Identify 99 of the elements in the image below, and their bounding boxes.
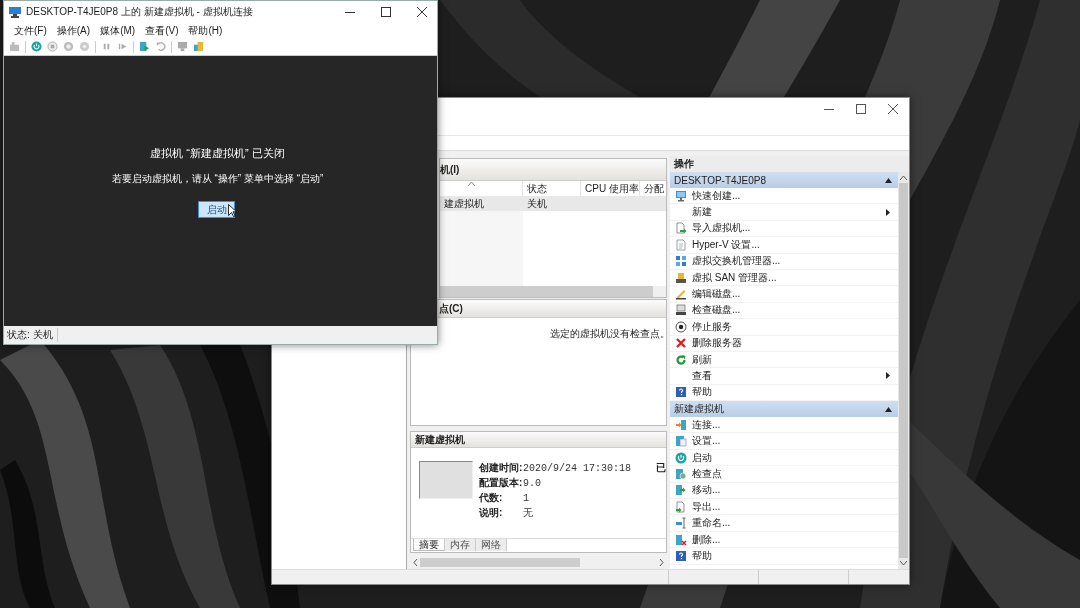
- scroll-down-icon[interactable]: [900, 561, 907, 566]
- save-icon[interactable]: [79, 41, 90, 52]
- field-label: 代数:: [479, 491, 504, 505]
- action-item[interactable]: Hyper-V 设置...: [670, 237, 898, 254]
- monitor-icon: [675, 189, 687, 202]
- action-item[interactable]: 快速创建...: [670, 188, 898, 205]
- settings-icon: [675, 435, 687, 448]
- action-item[interactable]: 检查点: [670, 466, 898, 483]
- disk-icon: [675, 304, 687, 317]
- maximize-icon: [856, 104, 866, 114]
- action-item[interactable]: 删除...: [670, 531, 898, 549]
- undo-icon[interactable]: [155, 41, 166, 52]
- scrollbar[interactable]: [410, 556, 667, 569]
- share-icon[interactable]: [193, 41, 204, 52]
- action-item[interactable]: 帮助: [670, 548, 898, 565]
- refresh-icon: [675, 353, 687, 366]
- tab[interactable]: 摘要: [413, 539, 445, 551]
- stop-icon[interactable]: [47, 41, 58, 52]
- menu-item[interactable]: 查看(V): [141, 23, 183, 38]
- connect-icon: [675, 418, 687, 431]
- menu-item[interactable]: 文件(F): [10, 23, 51, 38]
- vm-thumbnail: [419, 461, 473, 499]
- help-icon: [675, 386, 687, 399]
- help-icon: [675, 549, 687, 562]
- pencil-icon: [675, 288, 687, 301]
- status-text: 状态: 关机: [7, 328, 58, 342]
- tab[interactable]: 内存: [445, 539, 476, 551]
- action-item[interactable]: 刷新: [670, 351, 898, 369]
- field-value: 2020/9/24 17:30:18: [523, 461, 632, 475]
- action-item[interactable]: 检查磁盘...: [670, 302, 898, 320]
- close-icon: [416, 7, 427, 17]
- message-title: 虚拟机 “新建虚拟机” 已关闭: [150, 146, 285, 161]
- scroll-left-icon[interactable]: [413, 559, 418, 566]
- power-icon[interactable]: [31, 41, 42, 52]
- action-item[interactable]: 停止服务: [670, 319, 898, 336]
- maximize-icon: [380, 7, 391, 17]
- field-value: 无: [523, 507, 534, 520]
- action-item[interactable]: 启动: [670, 449, 898, 467]
- pane-title: 操作: [674, 157, 694, 171]
- field-label: 创建时间:: [479, 461, 523, 475]
- export-icon: [675, 500, 687, 513]
- power-icon: [675, 451, 687, 464]
- action-item[interactable]: 设置...: [670, 433, 898, 450]
- action-item[interactable]: 重命名...: [670, 515, 898, 532]
- action-item[interactable]: 新建: [670, 204, 898, 221]
- keyboard-icon[interactable]: [9, 41, 20, 52]
- field-value: 9.0: [523, 476, 542, 490]
- message-text: 若要启动虚拟机，请从 “操作” 菜单中选择 “启动”: [111, 172, 324, 186]
- menu-item[interactable]: 帮助(H): [184, 23, 227, 38]
- move-icon: [675, 484, 687, 497]
- action-item[interactable]: 查看: [670, 368, 898, 385]
- checkpoint-icon: [675, 467, 687, 480]
- action-item[interactable]: 编辑磁盘...: [670, 286, 898, 303]
- panel-title: 点(C): [439, 301, 463, 316]
- field-label: 配置版本:: [479, 476, 523, 490]
- field-label: 说明:: [479, 506, 504, 520]
- action-item[interactable]: 导出...: [670, 499, 898, 516]
- menu-item[interactable]: 操作(A): [52, 23, 95, 38]
- empty-message: 选定的虚拟机没有检查点。: [549, 327, 666, 341]
- delete-icon: [675, 337, 687, 350]
- resume-icon[interactable]: [117, 41, 128, 52]
- window-title: DESKTOP-T4JE0P8 上的 新建虚拟机 - 虚拟机连接: [26, 5, 254, 19]
- stop-icon: [675, 320, 687, 333]
- action-item[interactable]: 虚拟交换机管理器...: [670, 253, 898, 270]
- monitor-icon: [9, 6, 21, 18]
- scrollbar[interactable]: [898, 172, 909, 569]
- action-item[interactable]: 删除服务器: [670, 335, 898, 352]
- tab[interactable]: 网络: [476, 539, 507, 551]
- pause-icon[interactable]: [101, 41, 112, 52]
- rename-icon: [675, 517, 687, 530]
- field-value: 1: [523, 491, 530, 505]
- monitor-icon[interactable]: [177, 41, 188, 52]
- panel-title: 新建虚拟机: [415, 432, 465, 447]
- scroll-up-icon[interactable]: [900, 175, 907, 180]
- storage-icon: [675, 271, 687, 284]
- import-icon: [675, 222, 687, 235]
- panel-title: 机(I): [440, 162, 460, 177]
- group-header[interactable]: 新建虚拟机: [670, 401, 898, 418]
- table-row[interactable]: 建虚拟机 关机: [440, 196, 666, 211]
- table-cell-text: 关机: [526, 196, 548, 211]
- group-header[interactable]: DESKTOP-T4JE0P8: [670, 172, 898, 188]
- collapse-icon[interactable]: [885, 406, 892, 412]
- network-icon: [675, 255, 687, 268]
- scrollbar[interactable]: [440, 286, 666, 297]
- menu-item[interactable]: 媒体(M): [96, 23, 140, 38]
- checkpoint-icon[interactable]: [139, 41, 150, 52]
- scroll-right-icon[interactable]: [659, 559, 664, 566]
- mouse-cursor-icon: [228, 204, 237, 217]
- action-item[interactable]: 虚拟 SAN 管理器...: [670, 269, 898, 287]
- shutdown-icon[interactable]: [63, 41, 74, 52]
- collapse-icon[interactable]: [885, 177, 892, 183]
- document-icon: [675, 238, 687, 251]
- table-cell-text: 建虚拟机: [443, 196, 485, 211]
- field-label: 已: [656, 461, 666, 475]
- delete-icon: [675, 533, 687, 546]
- action-item[interactable]: 导入虚拟机...: [670, 220, 898, 238]
- action-item[interactable]: 连接...: [670, 417, 898, 434]
- close-icon: [888, 104, 898, 114]
- action-item[interactable]: 移动...: [670, 482, 898, 500]
